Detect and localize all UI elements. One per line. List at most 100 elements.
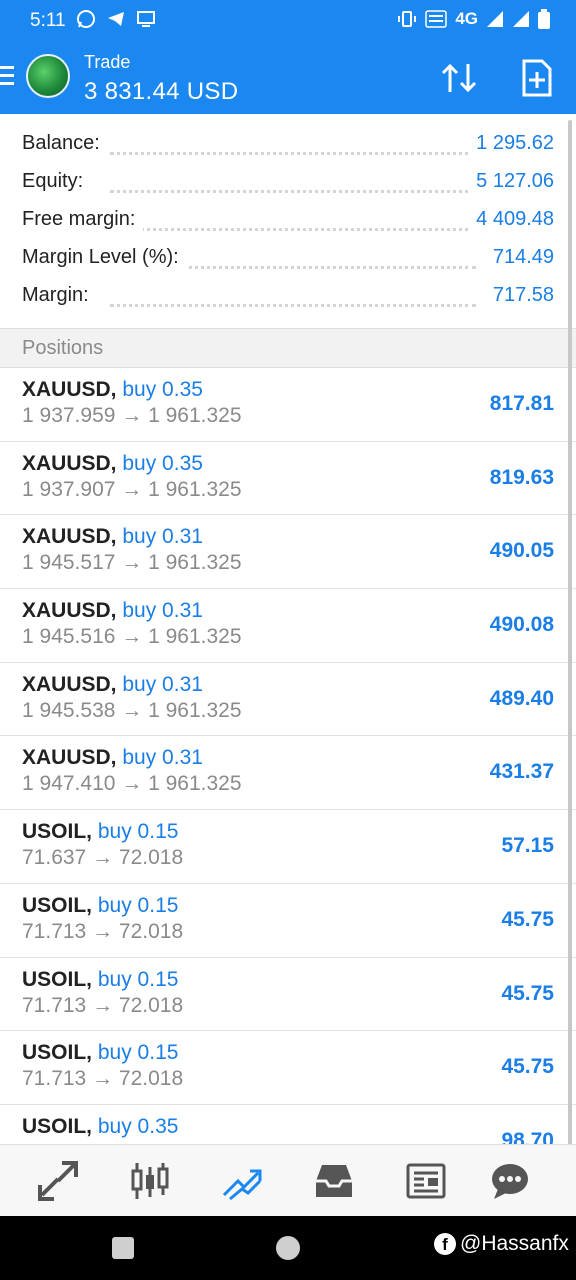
position-symbol: USOIL, bbox=[22, 1041, 93, 1065]
status-time: 5:11 bbox=[30, 10, 66, 31]
position-row[interactable]: XAUUSD, buy 0.35 1 937.959 → 1 961.325 8… bbox=[0, 368, 576, 442]
position-prices: 71.713 → 72.018 bbox=[22, 993, 184, 1017]
position-prices: 1 945.517 → 1 961.325 bbox=[22, 551, 242, 575]
position-prices: 1 937.959 → 1 961.325 bbox=[22, 404, 242, 427]
position-prices: 71.713 → 72.018 bbox=[22, 919, 184, 943]
positions-list: XAUUSD, buy 0.35 1 937.959 → 1 961.325 8… bbox=[0, 368, 576, 1144]
bottom-nav bbox=[0, 1144, 576, 1216]
balance-row: Balance: 1 295.62 bbox=[0, 126, 576, 164]
equity-label: Equity: bbox=[22, 170, 92, 193]
position-prices: 71.713 → 72.018 bbox=[22, 1067, 184, 1091]
position-profit: 431.37 bbox=[489, 760, 554, 784]
app-bar: 5:11 4G Trade 3 831.44 USD bbox=[0, 0, 576, 114]
position-symbol: XAUUSD, bbox=[22, 525, 117, 549]
facebook-icon: f bbox=[434, 1233, 456, 1255]
position-side: buy 0.31 bbox=[122, 746, 203, 770]
position-profit: 490.08 bbox=[489, 613, 554, 637]
status-bar: 5:11 4G bbox=[0, 0, 576, 44]
balance-value: 1 295.62 bbox=[468, 132, 554, 155]
home-button[interactable] bbox=[276, 1236, 300, 1260]
position-symbol: USOIL, bbox=[22, 967, 93, 991]
position-side: buy 0.31 bbox=[122, 525, 203, 549]
recents-button[interactable] bbox=[112, 1237, 134, 1259]
positions-header: Positions bbox=[0, 328, 576, 368]
watermark-text: @Hassanfx bbox=[460, 1232, 569, 1255]
position-side: buy 0.15 bbox=[97, 967, 179, 991]
position-side: buy 0.35 bbox=[97, 1114, 179, 1138]
position-symbol: USOIL, bbox=[22, 820, 93, 844]
position-profit: 45.75 bbox=[501, 907, 554, 931]
quotes-icon[interactable] bbox=[36, 1159, 80, 1203]
vibrate-icon bbox=[398, 11, 417, 27]
scrollbar[interactable] bbox=[568, 120, 572, 1150]
position-prices: 1 945.516 → 1 961.325 bbox=[22, 625, 242, 649]
margin-level-value: 714.49 bbox=[484, 246, 554, 269]
position-side: buy 0.15 bbox=[97, 1041, 179, 1065]
app-logo bbox=[26, 54, 70, 98]
header: Trade 3 831.44 USD bbox=[0, 44, 576, 114]
equity-row: Equity: 5 127.06 bbox=[0, 164, 576, 202]
system-nav: f @Hassanfx bbox=[0, 1216, 576, 1280]
news-icon[interactable] bbox=[404, 1159, 448, 1203]
position-row[interactable]: USOIL, buy 0.15 71.713 → 72.018 45.75 bbox=[0, 1031, 576, 1105]
margin-label: Margin: bbox=[22, 284, 97, 307]
cast-icon bbox=[137, 11, 155, 27]
position-row[interactable]: XAUUSD, buy 0.31 1 947.410 → 1 961.325 4… bbox=[0, 736, 576, 811]
free-margin-row: Free margin: 4 409.48 bbox=[0, 202, 576, 240]
position-row[interactable]: XAUUSD, buy 0.35 1 937.907 → 1 961.325 8… bbox=[0, 442, 576, 516]
watermark: f @Hassanfx bbox=[434, 1232, 569, 1256]
margin-level-row: Margin Level (%): 714.49 bbox=[0, 240, 576, 278]
position-side: buy 0.35 bbox=[122, 378, 203, 401]
section-title: Positions bbox=[22, 337, 104, 359]
position-profit: 57.15 bbox=[501, 834, 554, 858]
free-margin-label: Free margin: bbox=[22, 208, 144, 231]
position-symbol: XAUUSD, bbox=[22, 672, 117, 696]
position-prices: 1 945.538 → 1 961.325 bbox=[22, 698, 242, 722]
position-row[interactable]: XAUUSD, buy 0.31 1 945.517 → 1 961.325 4… bbox=[0, 515, 576, 590]
position-row[interactable]: USOIL, buy 0.15 71.637 → 72.018 57.15 bbox=[0, 810, 576, 884]
position-row[interactable]: XAUUSD, buy 0.31 1 945.538 → 1 961.325 4… bbox=[0, 663, 576, 737]
new-order-icon[interactable] bbox=[516, 58, 558, 98]
dotted-leader bbox=[110, 152, 476, 155]
position-profit: 489.40 bbox=[489, 686, 554, 710]
position-row[interactable]: XAUUSD, buy 0.31 1 945.516 → 1 961.325 4… bbox=[0, 589, 576, 663]
network-type: 4G bbox=[455, 9, 478, 28]
sort-icon[interactable] bbox=[438, 58, 480, 98]
dotted-leader bbox=[110, 304, 476, 307]
position-row[interactable]: USOIL, buy 0.15 71.713 → 72.018 45.75 bbox=[0, 958, 576, 1032]
history-icon[interactable] bbox=[312, 1159, 356, 1203]
menu-icon[interactable] bbox=[0, 66, 16, 88]
volte-icon bbox=[425, 10, 448, 28]
position-side: buy 0.31 bbox=[122, 599, 203, 623]
position-symbol: USOIL, bbox=[22, 893, 93, 917]
position-row[interactable]: USOIL, buy 0.15 71.713 → 72.018 45.75 bbox=[0, 884, 576, 958]
whatsapp-icon bbox=[77, 10, 95, 28]
margin-row: Margin: 717.58 bbox=[0, 278, 576, 316]
page-title: Trade bbox=[84, 52, 131, 72]
position-symbol: XAUUSD, bbox=[22, 451, 117, 475]
signal-icon-2 bbox=[513, 11, 529, 27]
position-side: buy 0.35 bbox=[122, 451, 203, 475]
account-summary: Balance: 1 295.62 Equity: 5 127.06 Free … bbox=[0, 114, 576, 328]
position-prices: 1 947.410 → 1 961.325 bbox=[22, 772, 242, 796]
messages-icon[interactable] bbox=[488, 1159, 532, 1203]
position-row[interactable]: USOIL, buy 0.35 98.70 bbox=[0, 1105, 576, 1144]
free-margin-value: 4 409.48 bbox=[468, 208, 554, 231]
position-profit: 98.70 bbox=[501, 1128, 554, 1144]
position-profit: 490.05 bbox=[489, 539, 554, 563]
margin-value: 717.58 bbox=[484, 284, 554, 307]
position-side: buy 0.15 bbox=[97, 893, 179, 917]
chart-icon[interactable] bbox=[128, 1159, 172, 1203]
dotted-leader bbox=[110, 190, 476, 193]
position-prices: 1 937.907 → 1 961.325 bbox=[22, 477, 242, 501]
battery-icon bbox=[538, 9, 550, 29]
header-equity: 3 831.44 USD bbox=[84, 78, 239, 105]
trade-icon[interactable] bbox=[220, 1159, 264, 1203]
position-side: buy 0.31 bbox=[122, 672, 203, 696]
position-profit: 819.63 bbox=[489, 465, 554, 489]
position-side: buy 0.15 bbox=[97, 820, 179, 844]
position-profit: 45.75 bbox=[501, 981, 554, 1005]
signal-icon bbox=[487, 11, 503, 27]
position-symbol: USOIL, bbox=[22, 1114, 93, 1138]
position-symbol: XAUUSD, bbox=[22, 746, 117, 770]
